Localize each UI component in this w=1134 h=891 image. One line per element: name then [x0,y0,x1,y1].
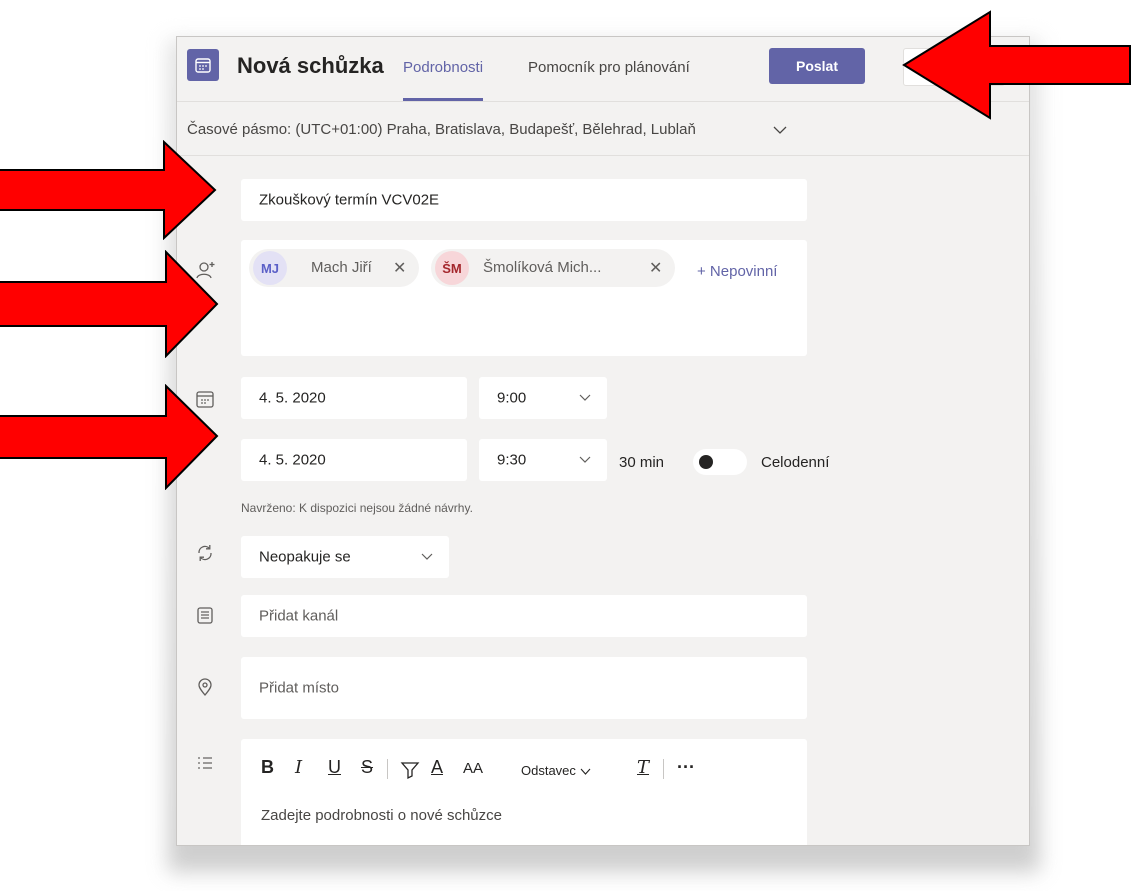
close-icon[interactable]: ✕ [649,258,662,278]
more-options-button[interactable]: ··· [677,757,695,778]
paragraph-select[interactable]: Odstavec [521,763,591,778]
avatar: MJ [253,251,287,285]
repeat-select[interactable]: Neopakuje se [241,536,449,578]
attendee-chip[interactable]: ŠM Šmolíková Mich... ✕ [431,249,675,287]
page-title: Nová schůzka [237,53,384,78]
font-color-button[interactable]: A [431,757,443,778]
annotation-arrow-right [902,10,1131,120]
clear-formatting-button[interactable]: T [637,757,649,778]
avatar: ŠM [435,251,469,285]
repeat-icon [195,543,217,565]
strikethrough-button[interactable]: S [361,757,373,778]
optional-attendees-link[interactable]: + Nepovinní [697,263,777,280]
channel-icon [195,605,217,627]
bold-button[interactable]: B [261,757,274,778]
send-button[interactable]: Poslat [769,48,865,84]
annotation-arrow-title [0,140,217,240]
toggle-knob [699,455,713,469]
end-time-select[interactable]: 9:30 [479,439,607,481]
rich-text-editor[interactable] [241,739,807,845]
highlighter-icon[interactable] [399,759,421,786]
chevron-down-icon [421,553,433,560]
duration-label: 30 min [619,454,665,471]
start-date-input[interactable]: 4. 5. 2020 [241,377,467,419]
attendee-name: Mach Jiří [311,259,372,276]
chevron-down-icon [579,394,591,401]
channel-input[interactable]: Přidat kanál [241,595,807,637]
tab-scheduling-assistant[interactable]: Pomocník pro plánování [528,59,690,101]
list-icon [195,753,217,775]
toolbar-divider [387,759,388,779]
all-day-toggle[interactable] [693,449,747,475]
timezone-label: Časové pásmo: (UTC+01:00) Praha, Bratisl… [187,121,696,138]
editor-placeholder: Zadejte podrobnosti o nové schůzce [261,807,502,824]
attendee-name: Šmolíková Mich... [483,259,602,276]
tab-details[interactable]: Podrobnosti [403,59,484,101]
underline-button[interactable]: U [328,757,341,778]
suggestion-text: Navrženo: K dispozici nejsou žádné návrh… [241,501,473,515]
chevron-down-icon [773,126,787,134]
location-icon [195,677,217,699]
toolbar-divider [663,759,664,779]
start-time-select[interactable]: 9:00 [479,377,607,419]
location-input[interactable]: Přidat místo [241,657,807,719]
close-icon[interactable]: ✕ [393,258,406,278]
calendar-icon [187,49,219,81]
attendee-chip[interactable]: MJ Mach Jiří ✕ [249,249,419,287]
italic-button[interactable]: I [295,757,302,778]
new-meeting-window: Nová schůzka Podrobnosti Pomocník pro pl… [176,36,1030,846]
all-day-label: Celodenní [761,454,830,471]
chevron-down-icon [580,768,590,775]
annotation-arrow-datetime [0,384,219,490]
font-size-button[interactable]: AA [463,760,483,777]
title-input[interactable]: Zkouškový termín VCV02E [241,179,807,221]
end-date-input[interactable]: 4. 5. 2020 [241,439,467,481]
annotation-arrow-attendees [0,250,219,358]
chevron-down-icon [579,456,591,463]
